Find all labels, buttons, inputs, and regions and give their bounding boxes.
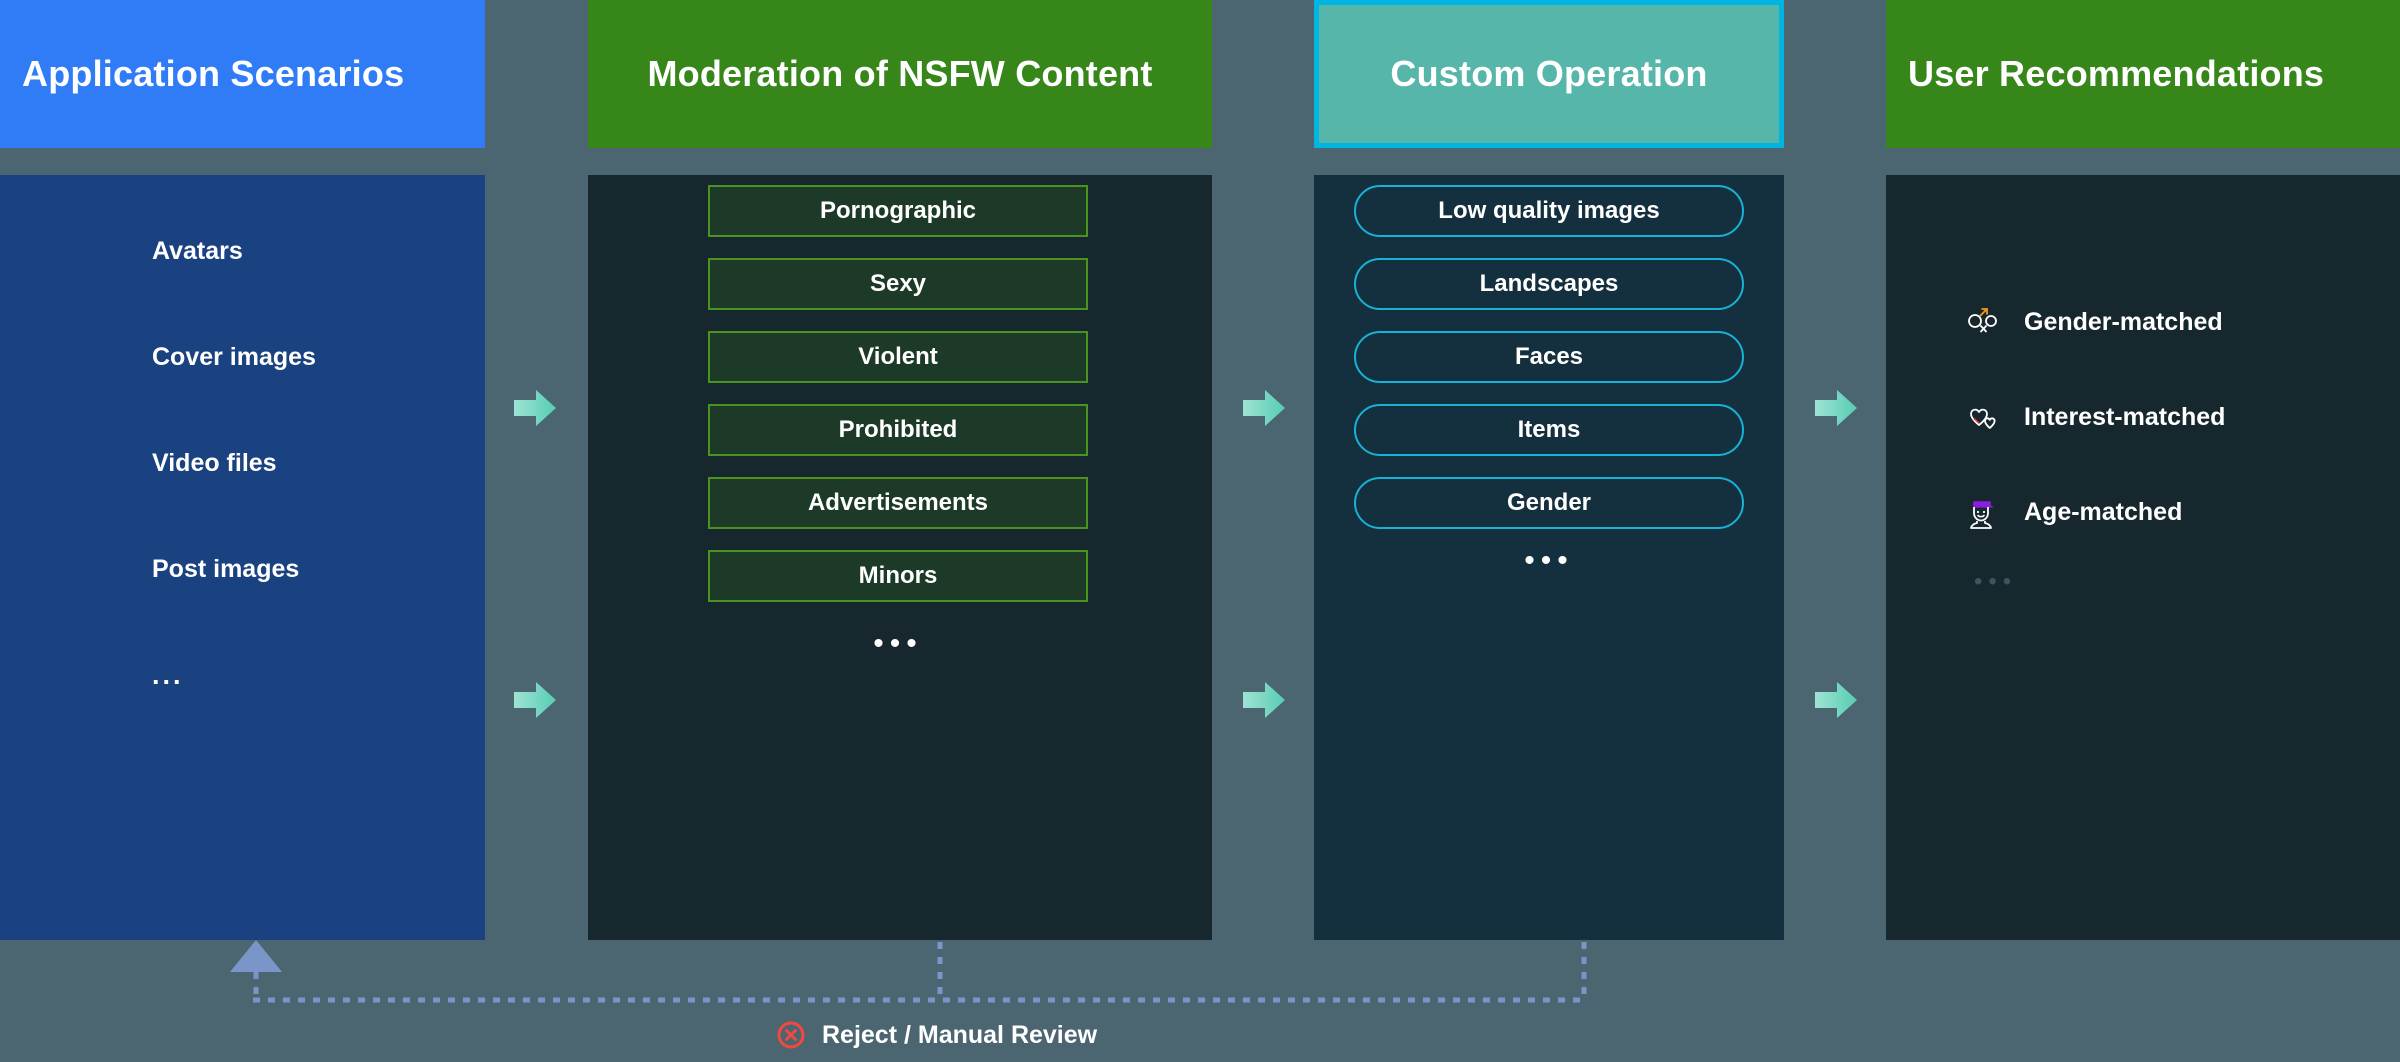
nsfw-category-list: Pornographic Sexy Violent Prohibited Adv… [708,185,1088,659]
nsfw-category-box[interactable]: Violent [708,331,1088,383]
column-header-title: Moderation of NSFW Content [647,53,1153,94]
hearts-icon [1970,408,1996,429]
list-item: Avatars [152,237,243,265]
recommendation-label: Gender-matched [2024,308,2223,336]
nsfw-category-box[interactable]: Advertisements [708,477,1088,529]
column-header-title: User Recommendations [1908,53,2325,94]
column-header-moderation-nsfw: Moderation of NSFW Content [588,0,1212,148]
custom-list-ellipsis: ••• [1524,544,1574,577]
custom-operation-list: Low quality images Landscapes Faces Item… [1354,185,1744,576]
flow-arrow-right-icon [514,682,556,718]
column-header-application-scenarios: Application Scenarios [0,0,485,148]
custom-operation-pill[interactable]: Gender [1354,477,1744,529]
feedback-path [230,940,1587,1003]
column-header-title: Application Scenarios [22,53,405,94]
list-item: Gender-matched [1966,275,2225,370]
column-header-title: Custom Operation [1390,53,1708,94]
flow-arrow-right-icon [1243,682,1285,718]
recommendation-label: Age-matched [2024,498,2183,526]
custom-operation-pill[interactable]: Landscapes [1354,258,1744,310]
nsfw-category-box[interactable]: Sexy [708,258,1088,310]
recommendation-list-ellipsis: ••• [1974,568,2018,595]
recommendation-label: Interest-matched [2024,403,2226,431]
list-item: Interest-matched [1966,370,2225,465]
column-body-user-recommendations: Gender-matched Interest-matched Age-matc… [1886,175,2400,940]
diagram-canvas: Application Scenarios Moderation of NSFW… [0,0,2400,1062]
column-body-custom-operation: Low quality images Landscapes Faces Item… [1314,175,1784,940]
reject-manual-review-label: Reject / Manual Review [822,1020,1098,1049]
circle-x-icon [777,1021,805,1049]
scenario-list: Avatars Cover images Video files Post im… [152,235,316,765]
flow-arrow-right-icon [514,390,556,426]
custom-operation-pill[interactable]: Low quality images [1354,185,1744,237]
column-body-moderation-nsfw: Pornographic Sexy Violent Prohibited Adv… [588,175,1212,940]
reject-manual-review: Reject / Manual Review [776,1020,1097,1050]
nsfw-list-ellipsis: ••• [873,627,923,660]
gender-symbols-icon [1968,307,1997,333]
list-item: Post images [152,555,300,583]
flow-arrow-right-icon [1815,390,1857,426]
person-cap-icon [1970,500,1994,529]
column-header-custom-operation: Custom Operation [1314,0,1784,148]
column-body-application-scenarios: Avatars Cover images Video files Post im… [0,175,485,940]
nsfw-category-box[interactable]: Prohibited [708,404,1088,456]
list-item: Age-matched [1966,465,2225,560]
nsfw-category-box[interactable]: Minors [708,550,1088,602]
list-item-ellipsis: ... [152,660,184,690]
nsfw-category-box[interactable]: Pornographic [708,185,1088,237]
recommendation-list: Gender-matched Interest-matched Age-matc… [1966,275,2225,596]
list-item: Video files [152,449,277,477]
flow-arrow-right-icon [1243,390,1285,426]
list-item: Cover images [152,343,316,371]
custom-operation-pill[interactable]: Faces [1354,331,1744,383]
column-header-user-recommendations: User Recommendations [1886,0,2400,148]
feedback-arrowhead-icon [230,940,282,972]
custom-operation-pill[interactable]: Items [1354,404,1744,456]
flow-arrow-right-icon [1815,682,1857,718]
